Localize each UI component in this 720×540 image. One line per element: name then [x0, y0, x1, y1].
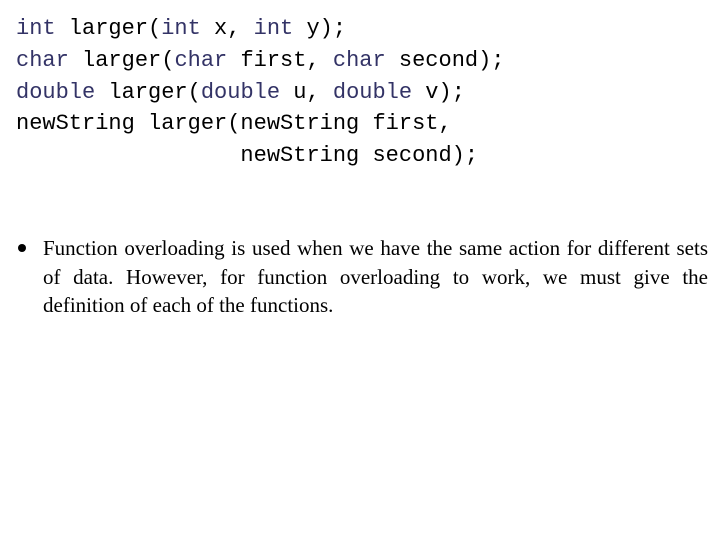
- code-line: double larger(double u, double v);: [16, 77, 505, 109]
- code-line: newString larger(newString first,: [16, 108, 505, 140]
- code-text: v);: [412, 79, 465, 105]
- code-keyword: char: [332, 47, 386, 73]
- code-text: larger(: [95, 79, 201, 105]
- code-keyword: int: [16, 16, 56, 41]
- code-line: int larger(int x, int y);: [16, 13, 505, 45]
- code-text: larger(: [68, 47, 175, 73]
- code-keyword: double: [332, 79, 413, 105]
- code-keyword: int: [161, 16, 201, 41]
- bullet-list: Function overloading is used when we hav…: [18, 234, 708, 320]
- bullet-item: Function overloading is used when we hav…: [18, 234, 708, 320]
- code-text: u,: [280, 79, 333, 105]
- code-text: y);: [293, 16, 347, 41]
- bullet-text: Function overloading is used when we hav…: [43, 236, 708, 317]
- bullet-icon: [18, 244, 26, 252]
- code-keyword: char: [16, 47, 69, 73]
- code-text: newString larger(newString first,: [16, 111, 452, 137]
- code-text: x,: [200, 16, 254, 41]
- code-text: larger(: [55, 16, 162, 41]
- code-keyword: int: [253, 16, 294, 41]
- code-keyword: double: [16, 79, 96, 105]
- code-text: second);: [385, 47, 505, 73]
- code-keyword: char: [174, 47, 228, 73]
- code-line: char larger(char first, char second);: [16, 45, 505, 77]
- code-text: first,: [227, 47, 333, 73]
- code-line: newString second);: [16, 140, 505, 172]
- code-keyword: double: [200, 79, 281, 105]
- code-text: newString second);: [16, 143, 479, 169]
- code-block: int larger(int x, int y); char larger(cha…: [16, 13, 505, 172]
